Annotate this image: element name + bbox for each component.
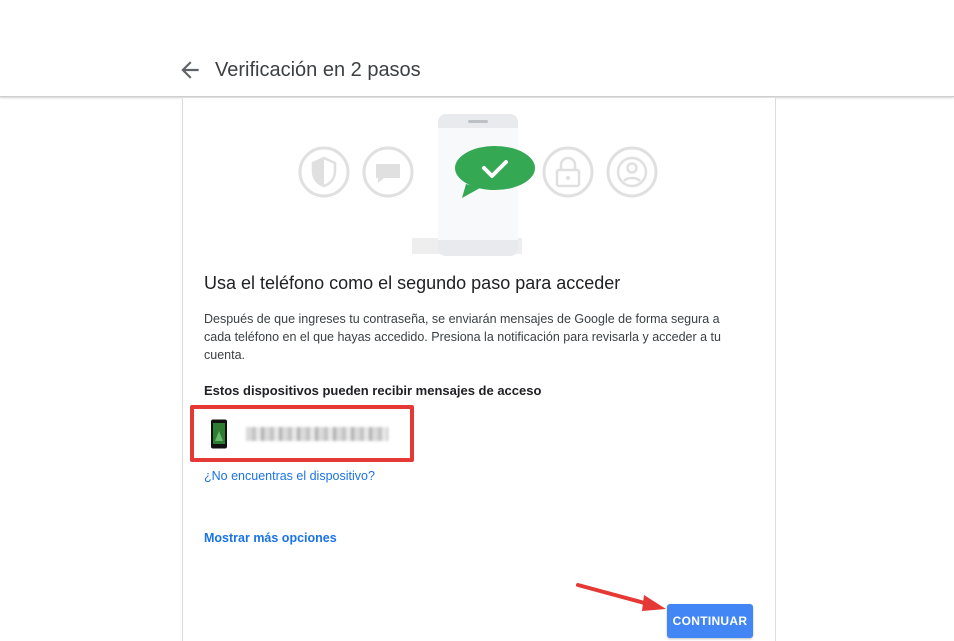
device-item (210, 419, 388, 449)
account-circle-icon (606, 146, 658, 198)
shield-icon (298, 146, 350, 198)
annotation-arrow (576, 583, 666, 611)
page-title: Verificación en 2 pasos (215, 59, 421, 81)
arrow-back-icon (181, 61, 199, 79)
missing-device-link[interactable]: ¿No encuentras el dispositivo? (204, 469, 375, 483)
two-step-illustration (298, 114, 658, 256)
devices-title: Estos dispositivos pueden recibir mensaj… (204, 383, 542, 398)
device-name-redacted (246, 427, 388, 441)
page-header: Verificación en 2 pasos (0, 0, 954, 97)
lock-icon (542, 146, 594, 198)
smartphone-icon (211, 419, 227, 449)
chat-bubble-icon (362, 146, 414, 198)
headline: Usa el teléfono como el segundo paso par… (204, 273, 621, 293)
back-button[interactable] (177, 57, 203, 83)
more-options-link[interactable]: Mostrar más opciones (204, 531, 337, 545)
continue-button[interactable]: CONTINUAR (667, 604, 753, 638)
description: Después de que ingreses tu contraseña, s… (204, 312, 721, 362)
